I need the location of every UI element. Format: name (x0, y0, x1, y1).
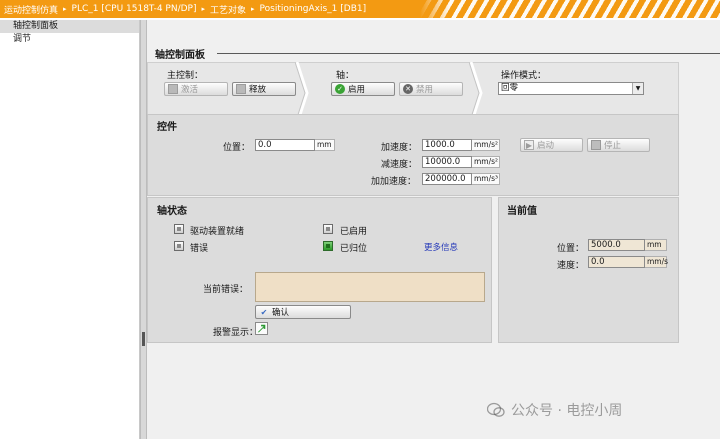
current-error-field (255, 272, 485, 302)
position-label: 位置： (223, 143, 251, 153)
checkmark-icon: ✓ (335, 84, 345, 94)
drive-ready-label: 驱动装置就绪 (190, 227, 245, 237)
homed-label: 已归位 (340, 244, 368, 254)
jerk-input[interactable]: 200000.0 (422, 173, 472, 185)
disable-button[interactable]: ✕ 禁用 (399, 82, 463, 96)
master-control-label: 主控制： (167, 71, 204, 81)
title-stripes-decoration (420, 0, 720, 18)
axis-status-section (147, 197, 492, 343)
jerk-label: 加加速度： (371, 177, 417, 187)
breadcrumb-separator-icon: ▸ (251, 5, 255, 13)
acceleration-input[interactable]: 1000.0 (422, 139, 472, 151)
operation-mode-label: 操作模式： (501, 71, 547, 81)
breadcrumb-item[interactable]: 运动控制仿真 (4, 3, 58, 16)
jerk-unit: mm/s³ (472, 173, 500, 185)
breadcrumb-separator-icon: ▸ (63, 5, 67, 13)
panel-title: 轴控制面板 (155, 50, 205, 61)
breadcrumb-separator-icon: ▸ (201, 5, 206, 13)
operation-mode-value: 回零 (501, 83, 519, 93)
alarm-display-label: 报警显示： (213, 328, 259, 338)
splitter-grip-icon[interactable] (142, 332, 145, 346)
error-indicator (174, 241, 184, 251)
wechat-logo-icon (487, 402, 505, 417)
activate-button[interactable]: 激活 (164, 82, 228, 96)
release-button[interactable]: 释放 (232, 82, 296, 96)
axis-label: 轴： (336, 71, 355, 81)
alarm-display-button[interactable] (255, 322, 268, 335)
start-button[interactable]: ▶ 启动 (520, 138, 583, 152)
enable-button[interactable]: ✓ 启用 (331, 82, 395, 96)
drive-ready-indicator (174, 224, 184, 234)
current-position-unit: mm (645, 239, 667, 251)
confirm-check-icon: ✔ (260, 307, 268, 317)
control-section-title: 控件 (157, 122, 177, 133)
activate-icon (168, 84, 178, 94)
current-speed-unit: mm/s (645, 256, 669, 268)
confirm-button-label: 确认 (272, 308, 290, 318)
navigation-tree: 轴控制面板 调节 (0, 20, 140, 439)
title-bar: 运动控制仿真 ▸ PLC_1 [CPU 1518T-4 PN/DP] ▸ 工艺对… (0, 0, 720, 18)
breadcrumb-item[interactable]: PLC_1 [CPU 1518T-4 PN/DP] (72, 4, 197, 14)
enabled-indicator (323, 224, 333, 234)
panel-title-divider (217, 53, 720, 54)
start-button-label: 启动 (537, 141, 555, 151)
deceleration-input[interactable]: 10000.0 (422, 156, 472, 168)
current-values-title: 当前值 (507, 206, 537, 217)
current-error-label: 当前错误： (203, 285, 249, 295)
watermark-text: 公众号 · 电控小周 (511, 403, 623, 419)
stop-button-label: 停止 (604, 141, 622, 151)
splitter-handle[interactable] (140, 20, 147, 439)
homed-indicator (323, 241, 333, 251)
release-icon (236, 84, 246, 94)
deceleration-label: 减速度： (381, 160, 418, 170)
tree-item-axis-control-panel[interactable]: 轴控制面板 (0, 20, 139, 33)
main-panel: 轴控制面板 主控制： 激活 释放 轴： ✓ 启用 ✕ 禁用 操作模式： 回零 ▼… (147, 20, 720, 439)
watermark: 公众号 · 电控小周 (487, 400, 719, 420)
stop-button[interactable]: 停止 (587, 138, 650, 152)
current-position-label: 位置： (557, 244, 585, 254)
play-icon: ▶ (524, 140, 534, 150)
enable-button-label: 启用 (348, 85, 366, 95)
position-unit: mm (315, 139, 335, 151)
chevron-down-icon[interactable]: ▼ (632, 83, 643, 94)
axis-status-title: 轴状态 (157, 206, 187, 217)
activate-button-label: 激活 (181, 85, 199, 95)
deceleration-unit: mm/s² (472, 156, 500, 168)
stop-icon (591, 140, 601, 150)
disable-button-label: 禁用 (416, 85, 434, 95)
error-label: 错误 (190, 244, 209, 254)
acceleration-label: 加速度： (381, 143, 418, 153)
enabled-label: 已启用 (340, 227, 368, 237)
confirm-button[interactable]: ✔ 确认 (255, 305, 351, 319)
position-input[interactable]: 0.0 (255, 139, 315, 151)
breadcrumb-item[interactable]: PositioningAxis_1 [DB1] (260, 4, 367, 14)
current-speed-label: 速度： (557, 261, 585, 271)
breadcrumb-item[interactable]: 工艺对象 (210, 3, 246, 16)
close-icon: ✕ (403, 84, 413, 94)
operation-mode-select[interactable]: 回零 ▼ (498, 82, 644, 95)
acceleration-unit: mm/s² (472, 139, 500, 151)
release-button-label: 释放 (249, 85, 267, 95)
tree-item-tuning[interactable]: 调节 (0, 33, 139, 46)
current-speed-value: 0.0 (588, 256, 645, 268)
more-info-link[interactable]: 更多信息 (424, 241, 458, 253)
arrow-up-right-icon (257, 324, 266, 333)
current-values-section (498, 197, 679, 343)
current-position-value: 5000.0 (588, 239, 645, 251)
